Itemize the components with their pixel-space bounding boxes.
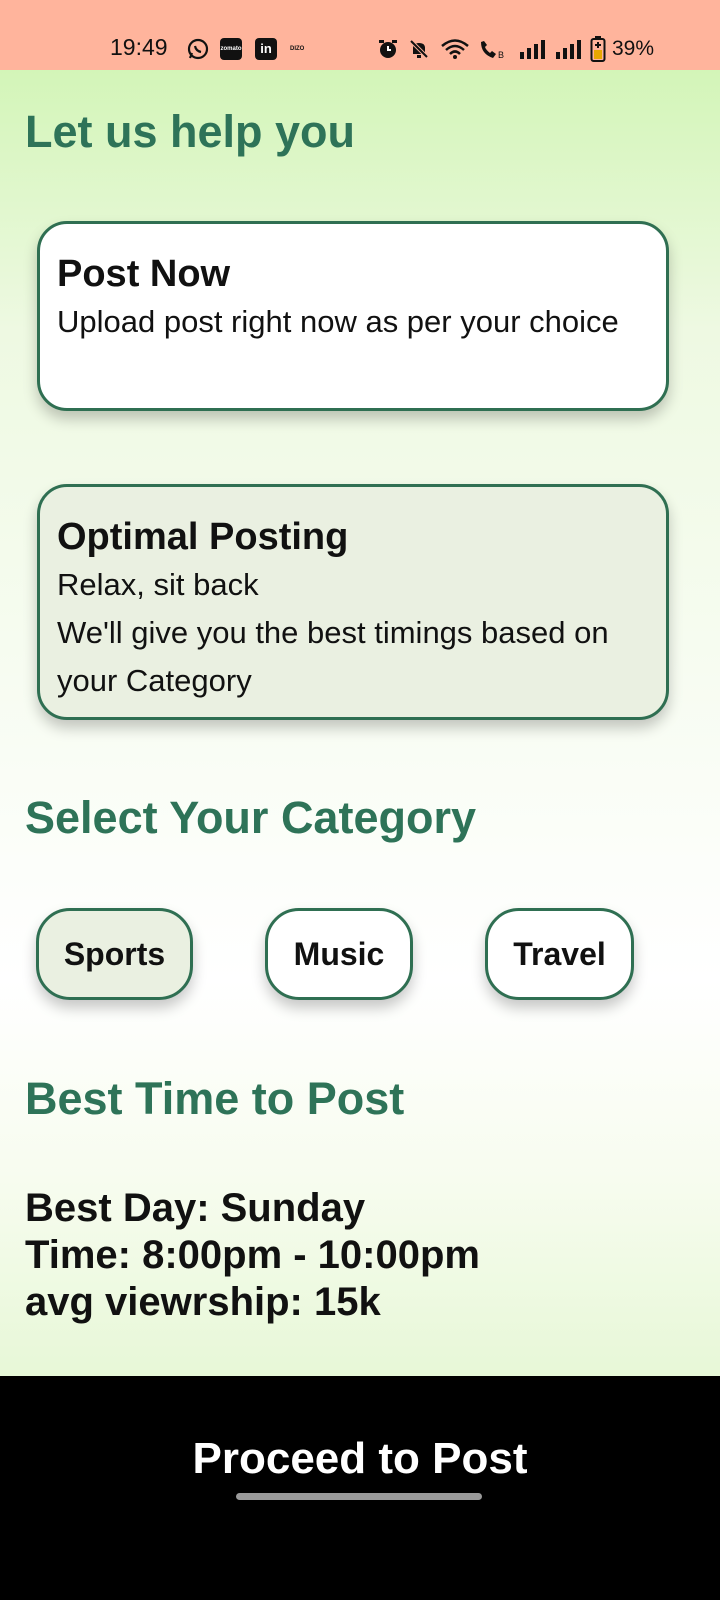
mute-icon [408,38,430,60]
optimal-posting-card[interactable]: Optimal Posting Relax, sit back We'll gi… [37,484,669,720]
category-chip-travel[interactable]: Travel [485,908,634,1000]
best-day-text: Best Day: Sunday [25,1186,366,1230]
proceed-label: Proceed to Post [192,1434,528,1483]
category-chip-sports[interactable]: Sports [36,908,193,1000]
avg-viewership-text: avg viewrship: 15k [25,1280,381,1324]
category-heading: Select Your Category [25,792,476,843]
proceed-button[interactable]: Proceed to Post [0,1376,720,1600]
chip-label: Travel [513,935,606,972]
battery-percentage: 39% [612,37,655,60]
wifi-icon [440,38,470,60]
home-indicator[interactable] [236,1493,482,1500]
category-chip-music[interactable]: Music [265,908,413,1000]
app-icon: zomato [220,38,242,60]
signal-icon [554,38,584,60]
battery-icon [590,36,606,62]
signal-icon [518,38,548,60]
card-description: Relax, sit back We'll give you the best … [57,567,609,698]
card-title: Post Now [57,253,231,295]
linkedin-icon: in [255,38,277,60]
post-now-card[interactable]: Post Now Upload post right now as per yo… [37,221,669,411]
best-time-text: Time: 8:00pm - 10:00pm [25,1233,480,1277]
call-icon: B [478,38,508,60]
card-description: Upload post right now as per your choice [57,304,619,339]
status-bar: 19:49 zomato in DIZO B 39% [0,0,720,70]
page-title: Let us help you [25,106,356,157]
status-time: 19:49 [110,34,168,60]
alarm-icon [377,38,399,60]
dizo-icon: DIZO [290,46,305,52]
chip-label: Sports [63,935,166,972]
card-title: Optimal Posting [57,516,349,558]
best-time-heading: Best Time to Post [25,1073,405,1124]
chip-label: Music [293,935,385,972]
whatsapp-icon [187,38,209,60]
svg-text:B: B [498,50,504,60]
